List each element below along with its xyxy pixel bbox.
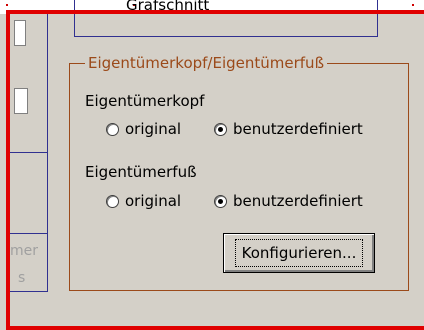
marker-dot — [412, 4, 414, 6]
selection-highlight-frame — [6, 10, 424, 330]
marker-dot — [6, 4, 8, 6]
